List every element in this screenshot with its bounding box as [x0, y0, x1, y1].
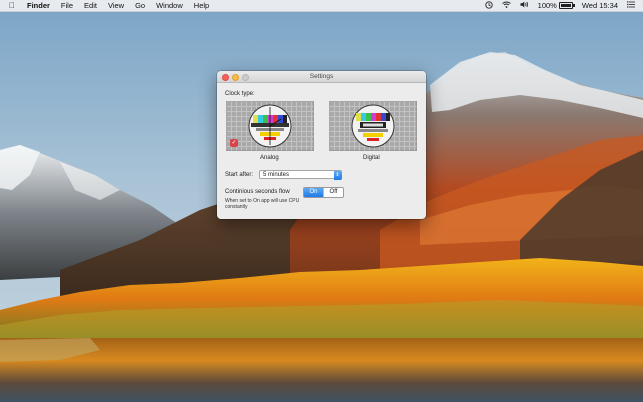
- window-title: Settings: [309, 73, 334, 80]
- start-after-select[interactable]: 5 minutes ⇕: [259, 170, 342, 180]
- continuous-seconds-toggle: On Off: [303, 187, 344, 198]
- menu-bar:  Finder File Edit View Go Window Help 1…: [0, 0, 643, 12]
- window-titlebar[interactable]: Settings: [217, 71, 426, 83]
- minimize-button[interactable]: [232, 74, 239, 81]
- wifi-icon[interactable]: [501, 1, 511, 10]
- menu-view[interactable]: View: [108, 1, 124, 10]
- chevron-updown-icon[interactable]: ⇕: [333, 170, 342, 180]
- digital-clock-option[interactable]: [329, 101, 417, 151]
- menu-file[interactable]: File: [61, 1, 73, 10]
- menubar-clock[interactable]: Wed 15:34: [582, 1, 618, 10]
- apple-icon[interactable]: : [7, 1, 17, 10]
- toggle-off-segment[interactable]: Off: [323, 188, 343, 197]
- digital-test-card-preview: [351, 104, 395, 148]
- cpu-warning-note: When set to On app will use CPU constant…: [225, 198, 300, 210]
- close-button[interactable]: [222, 74, 229, 81]
- selected-check-icon: ✓: [230, 139, 238, 147]
- analog-clock-option[interactable]: ✓: [226, 101, 314, 151]
- start-after-label: Start after:: [225, 172, 254, 178]
- settings-window: Settings Clock type: ✓ Analog Digital St…: [217, 71, 426, 219]
- toggle-on-segment[interactable]: On: [304, 188, 323, 197]
- battery-icon: [558, 2, 575, 9]
- menu-edit[interactable]: Edit: [84, 1, 97, 10]
- analog-label: Analog: [260, 155, 279, 161]
- continuous-seconds-label: Continious seconds flow: [225, 189, 290, 195]
- settings-content: Clock type: ✓ Analog Digital Start after…: [217, 83, 426, 219]
- volume-icon[interactable]: [520, 1, 529, 10]
- analog-test-card-preview: [248, 104, 292, 148]
- notification-center-icon[interactable]: [627, 1, 635, 10]
- digital-label: Digital: [363, 155, 380, 161]
- battery-status[interactable]: 100%: [537, 1, 575, 10]
- menu-go[interactable]: Go: [135, 1, 145, 10]
- clock-type-label: Clock type:: [225, 91, 255, 97]
- clock-icon[interactable]: [485, 0, 493, 11]
- zoom-button[interactable]: [242, 74, 249, 81]
- menu-window[interactable]: Window: [156, 1, 183, 10]
- menu-finder[interactable]: Finder: [27, 1, 50, 10]
- menu-help[interactable]: Help: [194, 1, 209, 10]
- start-after-value: 5 minutes: [263, 172, 290, 178]
- battery-percent: 100%: [537, 1, 557, 10]
- status-area: 100% Wed 15:34: [485, 0, 635, 11]
- traffic-lights: [222, 74, 249, 81]
